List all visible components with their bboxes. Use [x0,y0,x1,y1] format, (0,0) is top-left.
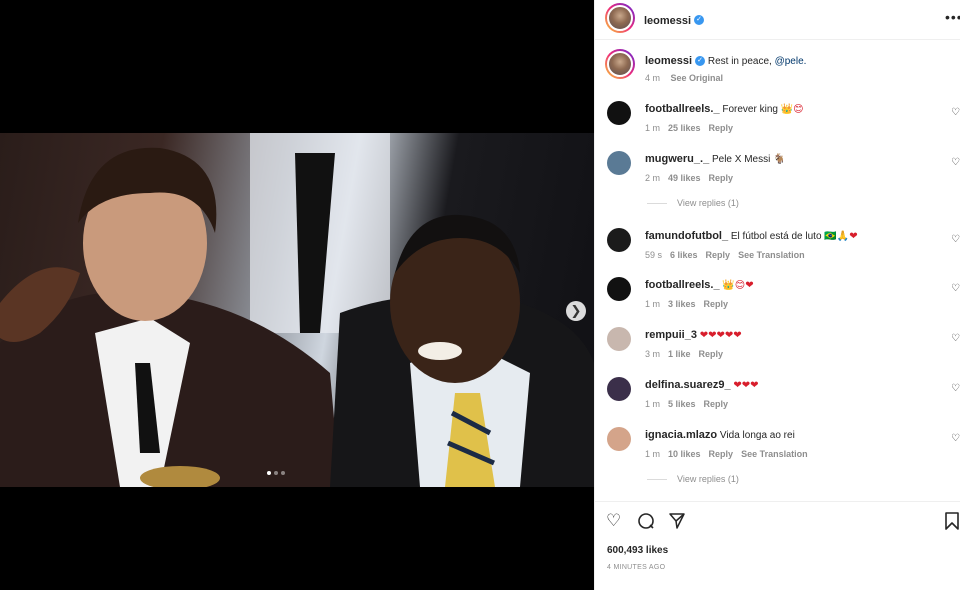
comment-time: 2 m [645,173,661,183]
comment-avatar[interactable] [607,377,631,401]
author-username[interactable]: leomessi [644,15,691,27]
caption-avatar[interactable] [605,49,635,79]
reply-button[interactable]: Reply [706,250,731,260]
comment-emoji: 👑😊 [780,104,804,115]
comment-avatar[interactable] [607,277,631,301]
see-original-link[interactable]: See Original [671,73,724,83]
comment-heart-icon[interactable]: ♡ [951,107,960,118]
comment-time: 1 m [645,399,661,409]
comment-likes[interactable]: 5 likes [668,399,696,409]
see-translation-link[interactable]: See Translation [741,449,808,459]
comment-avatar[interactable] [607,151,631,175]
comment-text: El fútbol está de luto [730,231,822,242]
post-time: 4 MINUTES AGO [607,564,666,571]
post-header: leomessi✓ ••• [595,0,960,40]
comment-username[interactable]: famundofutbol_ [645,230,728,242]
comment-text: Pele X Messi [711,154,771,165]
comment-heart-icon[interactable]: ♡ [951,333,960,344]
post-photo [0,133,594,487]
view-replies-link[interactable]: View replies (1) [647,198,739,208]
comment-username[interactable]: delfina.suarez9_ [645,379,731,391]
carousel-next-button[interactable]: ❯ [566,301,586,321]
comment-username[interactable]: rempuii_3 [645,329,697,341]
photo-illustration [0,133,594,487]
comment-likes[interactable]: 49 likes [668,173,701,183]
post-side-panel: leomessi✓ ••• leomessi✓ Rest in peace, @… [594,0,960,590]
more-icon[interactable]: ••• [945,10,960,24]
comment-avatar[interactable] [607,427,631,451]
reply-button[interactable]: Reply [704,399,729,409]
verified-icon: ✓ [694,14,705,25]
comment-username[interactable]: footballreels._ [645,279,720,291]
share-icon[interactable] [668,512,686,534]
comment-avatar[interactable] [607,228,631,252]
comment-emoji: ❤❤❤ [733,380,759,391]
comment-heart-icon[interactable]: ♡ [951,383,960,394]
comment-heart-icon[interactable]: ♡ [951,433,960,444]
heart-icon[interactable]: ♡ [606,512,621,530]
comment-heart-icon[interactable]: ♡ [951,283,960,294]
caption-text: Rest in peace, [707,56,775,67]
carousel-dot [281,471,285,475]
comment-emoji: 🐐 [773,154,786,165]
comment-text: Vida longa ao rei [719,430,795,441]
view-replies-link[interactable]: View replies (1) [647,474,739,484]
caption-username[interactable]: leomessi [645,55,692,67]
comment-likes[interactable]: 6 likes [670,250,698,260]
reply-button[interactable]: Reply [699,349,724,359]
comment-emoji: ❤❤❤❤❤ [699,330,742,341]
post-media: ❯ [0,0,594,590]
comment-icon[interactable] [637,512,655,534]
comment-time: 1 m [645,123,661,133]
carousel-dot [267,471,271,475]
comment-time: 1 m [645,449,661,459]
carousel-dot [274,471,278,475]
caption-mention[interactable]: @pele. [775,56,807,67]
reply-button[interactable]: Reply [709,123,734,133]
comment-username[interactable]: ignacia.mlazo [645,429,717,441]
see-translation-link[interactable]: See Translation [738,250,805,260]
reply-button[interactable]: Reply [704,299,729,309]
comment-emoji: 👑😊❤ [722,280,754,291]
verified-icon: ✓ [695,56,706,67]
post-actions: ♡ 600,493 likes 4 MINUTES AGO [595,501,960,590]
comment-likes[interactable]: 1 like [668,349,691,359]
carousel-dots [267,471,285,475]
comment-text: Forever king [722,104,778,115]
likes-count[interactable]: 600,493 likes [607,545,668,556]
comment-avatar[interactable] [607,327,631,351]
comment-heart-icon[interactable]: ♡ [951,234,960,245]
bookmark-icon[interactable] [945,512,959,534]
caption-time: 4 m [645,73,661,83]
comment-time: 3 m [645,349,661,359]
comment-likes[interactable]: 3 likes [668,299,696,309]
reply-button[interactable]: Reply [709,173,734,183]
comment-likes[interactable]: 25 likes [668,123,701,133]
comment-time: 59 s [645,250,663,260]
comment-avatar[interactable] [607,101,631,125]
comment-emoji: 🇧🇷🙏❤ [824,231,858,242]
comment-username[interactable]: mugweru_._ [645,153,709,165]
reply-button[interactable]: Reply [709,449,734,459]
author-name-row: leomessi ✓ [644,11,705,29]
comment-username[interactable]: footballreels._ [645,103,720,115]
comments-list: leomessi ✓ Rest in peace, @pele. 4 m See … [595,41,960,501]
author-avatar[interactable] [605,3,635,33]
comment-likes[interactable]: 10 likes [668,449,701,459]
comment-heart-icon[interactable]: ♡ [951,157,960,168]
comment-time: 1 m [645,299,661,309]
